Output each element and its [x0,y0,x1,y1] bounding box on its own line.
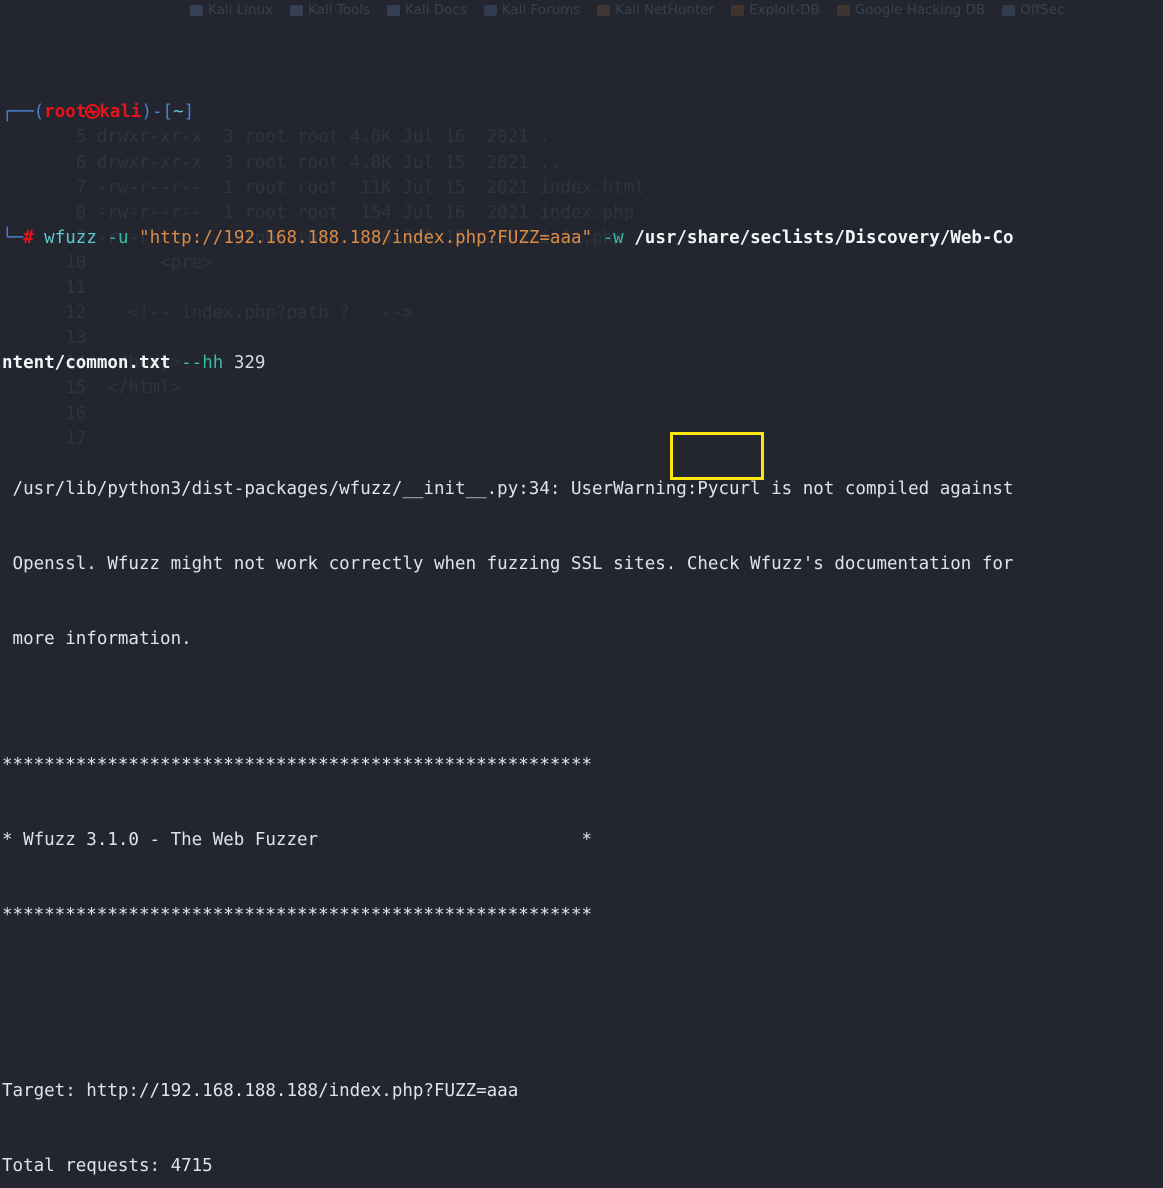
prompt-cwd: ~ [173,102,184,123]
command-wordlist-part2: ntent/common.txt [2,353,171,374]
prompt-branch-close: )-[ [141,102,174,123]
prompt-user: root [44,102,87,123]
command-line-wrap: ntent/common.txt --hh 329 [2,351,1163,376]
prompt-branch-bottom: └─ [2,227,24,248]
command-flag-w: -w [602,227,624,248]
prompt-branch-top: ┌──( [2,102,45,123]
command-flag-hh: --hh [181,353,224,374]
command-url: "http://192.168.188.188/index.php?FUZZ=a… [139,227,593,248]
command-hh-value: 329 [233,353,266,374]
target-line: Target: http://192.168.188.188/index.php… [2,1081,519,1102]
prompt-host: kali [99,102,142,123]
warning-line-1: /usr/lib/python3/dist-packages/wfuzz/__i… [2,478,1014,499]
warning-line-3: more information. [2,629,192,650]
prompt-sigil: # [23,227,34,248]
banner-rule-top: ****************************************… [2,754,593,775]
prompt-bracket-close: ] [183,102,195,123]
command-flag-u: -u [107,227,129,248]
total-requests-line: Total requests: 4715 [2,1156,213,1177]
command-name: wfuzz [44,227,97,248]
banner-title: * Wfuzz 3.1.0 - The Web Fuzzer * [2,830,593,851]
blank-1 [2,1004,1163,1029]
command-wordlist-part1: /usr/share/seclists/Discovery/Web-Co [634,227,1014,248]
command-line[interactable]: └─# wfuzz -u "http://192.168.188.188/ind… [2,226,1163,251]
prompt-line-top: ┌──(root kali)-[~] [2,100,1163,125]
banner-rule-bottom: ****************************************… [2,905,593,926]
terminal-output[interactable]: ┌──(root kali)-[~] └─# wfuzz -u "http://1… [0,0,1163,1176]
warning-line-2: Openssl. Wfuzz might not work correctly … [2,554,1014,575]
